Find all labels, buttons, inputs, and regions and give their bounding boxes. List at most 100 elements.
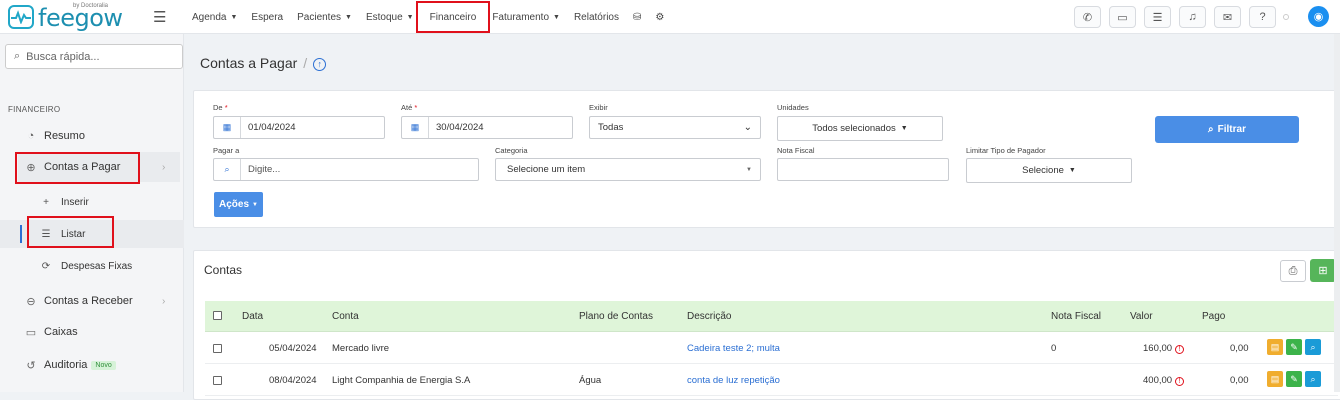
calendar-icon: ▦ <box>214 117 241 138</box>
alert-icon: ! <box>1175 377 1185 386</box>
panel-title: Contas <box>204 263 243 277</box>
inbox-icon: ▭ <box>25 326 37 339</box>
menu-estoque[interactable]: Estoque ▼ <box>366 12 414 23</box>
row-checkbox[interactable] <box>213 376 222 385</box>
caret-down-icon: ▼ <box>345 13 352 21</box>
export-excel-button[interactable]: ⊞ <box>1310 259 1336 282</box>
alert-icon: ! <box>1175 345 1185 354</box>
search-icon: ⌕ <box>1208 124 1214 135</box>
de-label: De * <box>213 103 228 112</box>
search-placeholder: Busca rápida... <box>26 50 100 63</box>
printer-icon: ⎙ <box>1288 264 1298 277</box>
nota-fiscal-label: Nota Fiscal <box>777 146 815 155</box>
calendar-icon: ▦ <box>402 117 429 138</box>
phone-icon[interactable]: ✆ <box>1074 6 1101 28</box>
inbox-icon[interactable]: ▭ <box>1109 6 1136 28</box>
page-title: Contas a Pagar / ↑ <box>200 55 327 71</box>
sidebar-item-resumo[interactable]: ◔ Resumo <box>0 124 184 148</box>
sidebar-item-caixas[interactable]: ▭ Caixas <box>0 320 184 344</box>
menu-financeiro[interactable]: Financeiro <box>415 1 491 33</box>
list-icon[interactable]: ☰ <box>1144 6 1171 28</box>
caret-down-icon: ▼ <box>406 13 414 21</box>
exibir-select[interactable]: Todas ⌄ <box>589 116 761 139</box>
bell-icon[interactable]: ♫ <box>1179 6 1206 28</box>
refresh-icon: ⟳ <box>41 260 51 272</box>
help-icon[interactable]: ? <box>1249 6 1276 28</box>
logo-heartbeat-icon <box>8 5 34 29</box>
zoom-icon[interactable]: ⌕ <box>1305 339 1321 355</box>
unidades-label: Unidades <box>777 103 809 112</box>
limitar-label: Limitar Tipo de Pagador <box>966 146 1046 155</box>
new-badge: Novo <box>91 360 116 370</box>
ate-label: Até * <box>401 103 418 112</box>
history-icon: ↺ <box>26 359 36 372</box>
hamburger-menu-icon[interactable]: ☰ <box>153 8 166 26</box>
select-all-checkbox[interactable] <box>213 311 222 320</box>
document-icon[interactable]: ▤ <box>1267 371 1283 387</box>
menu-faturamento[interactable]: Faturamento ▼ <box>492 12 560 23</box>
active-indicator <box>20 225 22 243</box>
sidebar-subitem-listar[interactable]: ☰ Listar <box>0 216 184 248</box>
zoom-icon[interactable]: ⌕ <box>1305 371 1321 387</box>
arrow-circle-down-icon: ⊖ <box>26 295 36 308</box>
gear-icon[interactable]: ⚙ <box>655 12 664 23</box>
sidebar: ⌕ Busca rápida... FINANCEIRO ◔ Resumo ⊕ … <box>0 34 184 392</box>
menu-agenda[interactable]: Agenda ▼ <box>192 12 237 23</box>
scrollbar[interactable] <box>1334 34 1340 392</box>
table-row[interactable]: 08/04/2024 Light Companhia de Energia S.… <box>205 364 1338 396</box>
search-icon: ⌕ <box>214 159 241 180</box>
logo-name: feegow <box>38 4 123 32</box>
caret-down-icon: ▼ <box>900 125 908 132</box>
menu-espera[interactable]: Espera <box>251 12 283 23</box>
sidebar-subitem-despesas-fixas[interactable]: ⟳ Despesas Fixas <box>0 256 184 276</box>
caret-down-icon: ▼ <box>1068 167 1076 174</box>
date-from-input[interactable]: ▦ 01/04/2024 <box>213 116 385 139</box>
feegow-logo[interactable]: by Doctoralia feegow <box>8 3 143 32</box>
table-row[interactable]: 05/04/2024 Mercado livre Cadeira teste 2… <box>205 332 1338 364</box>
user-avatar[interactable]: ◉ <box>1308 6 1329 27</box>
descricao-link[interactable]: Cadeira teste 2; multa <box>687 343 780 354</box>
table-header: Data Conta Plano de Contas Descrição Not… <box>205 301 1338 332</box>
acoes-button[interactable]: Ações ▼ <box>214 192 263 217</box>
document-icon[interactable]: ▤ <box>1267 339 1283 355</box>
limitar-select[interactable]: Selecione ▼ <box>966 158 1132 183</box>
edit-icon[interactable]: ✎ <box>1286 339 1302 355</box>
sidebar-item-contas-receber[interactable]: ⊖ Contas a Receber › <box>0 289 184 313</box>
descricao-link[interactable]: conta de luz repetição <box>687 375 780 386</box>
categoria-label: Categoria <box>495 146 528 155</box>
sidebar-section-title: FINANCEIRO <box>8 105 61 114</box>
nota-fiscal-input[interactable] <box>777 158 949 181</box>
date-to-input[interactable]: ▦ 30/04/2024 <box>401 116 573 139</box>
contas-panel: Contas ⎙ ⊞ Data Conta Plano de Contas De… <box>193 250 1340 400</box>
grid-icon: ⊞ <box>1318 265 1328 277</box>
filter-panel: De * ▦ 01/04/2024 Até * ▦ 30/04/2024 Exibi… <box>193 90 1340 228</box>
filter-button[interactable]: ⌕ Filtrar <box>1155 116 1299 143</box>
row-checkbox[interactable] <box>213 344 222 353</box>
main-menu: Agenda ▼ Espera Pacientes ▼ Estoque ▼ Finan… <box>192 0 678 34</box>
sidebar-item-auditoria[interactable]: ↺ Auditoria Novo <box>0 353 184 377</box>
menu-pacientes[interactable]: Pacientes ▼ <box>297 12 352 23</box>
unidades-select[interactable]: Todos selecionados ▼ <box>777 116 943 141</box>
row-actions: ▤ ✎ ⌕ <box>1267 339 1324 355</box>
pagar-a-input[interactable]: ⌕ Digite... <box>213 158 479 181</box>
database-icon[interactable]: ⛁ <box>633 12 641 23</box>
caret-down-icon: ▼ <box>230 13 238 21</box>
status-dot <box>1283 14 1289 20</box>
print-button[interactable]: ⎙ <box>1280 260 1306 282</box>
chevron-down-icon: ⌄ <box>743 122 752 133</box>
plus-icon: + <box>43 196 49 208</box>
chat-icon[interactable]: ✉ <box>1214 6 1241 28</box>
search-input[interactable]: ⌕ Busca rápida... <box>5 44 183 69</box>
highlight-box <box>27 216 114 248</box>
sidebar-item-contas-pagar[interactable]: ⊕ Contas a Pagar › <box>0 152 184 184</box>
menu-relatorios[interactable]: Relatórios <box>574 12 619 23</box>
chevron-right-icon: › <box>162 295 166 307</box>
add-circle-icon[interactable]: ↑ <box>313 58 327 71</box>
top-bar: by Doctoralia feegow ☰ Agenda ▼ Espera Pa… <box>0 0 1340 34</box>
caret-down-icon: ▼ <box>252 201 258 208</box>
categoria-select[interactable]: Selecione um item ▼ <box>495 158 761 181</box>
caret-down-icon: ▼ <box>553 13 560 21</box>
highlight-box <box>15 152 140 184</box>
edit-icon[interactable]: ✎ <box>1286 371 1302 387</box>
sidebar-subitem-inserir[interactable]: + Inserir <box>0 192 184 212</box>
